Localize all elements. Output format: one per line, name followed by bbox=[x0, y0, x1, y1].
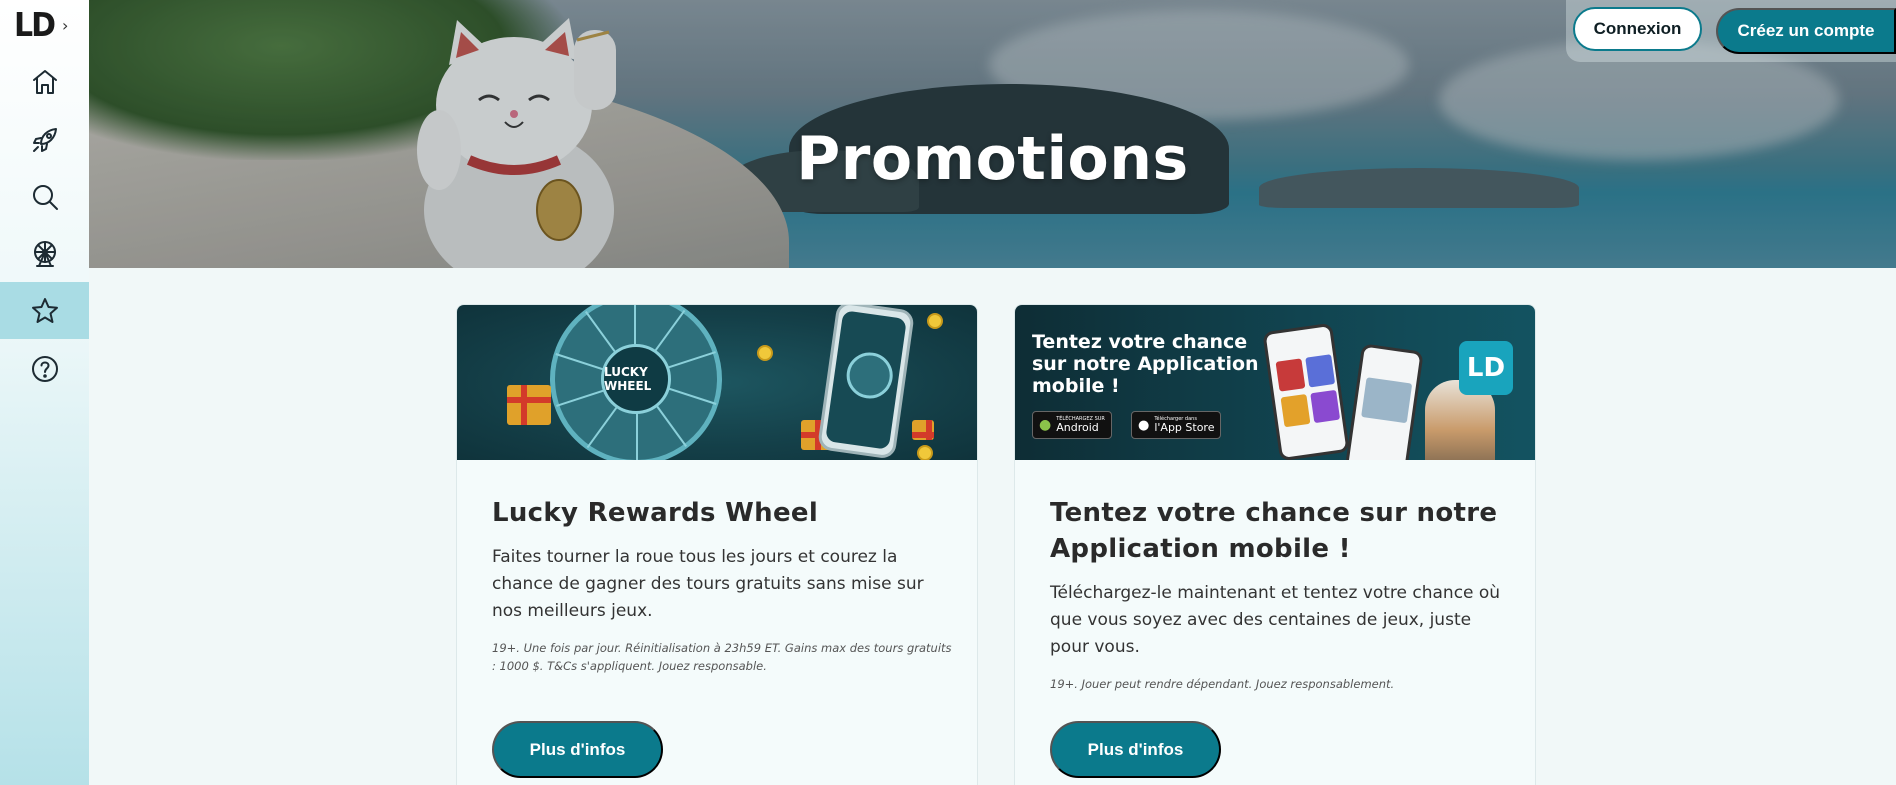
android-icon: ● bbox=[1039, 417, 1052, 433]
gift-icon bbox=[507, 385, 551, 425]
promotion-card-body: Tentez votre chance sur notre Applicatio… bbox=[1050, 495, 1510, 693]
more-info-button[interactable]: Plus d'infos bbox=[1050, 721, 1221, 778]
phone-image bbox=[1262, 322, 1350, 460]
wheel-image: LUCKY WHEEL bbox=[550, 305, 722, 460]
phone-image bbox=[1344, 343, 1424, 460]
ferris-wheel-icon bbox=[33, 240, 56, 267]
wheel-hub-label: LUCKY WHEEL bbox=[601, 344, 671, 414]
rocket-icon bbox=[32, 127, 57, 152]
logo-row: LD › bbox=[14, 6, 68, 45]
promotion-title: Lucky Rewards Wheel bbox=[492, 498, 819, 528]
sidebar-item-launch[interactable] bbox=[0, 111, 89, 168]
promotion-banner-image[interactable]: Tentez votre chance sur notre Applicatio… bbox=[1015, 305, 1535, 460]
sidebar: LD › bbox=[0, 0, 89, 785]
page-title: Promotions bbox=[796, 124, 1189, 194]
gift-icon bbox=[912, 420, 934, 440]
search-icon bbox=[32, 184, 58, 210]
promotion-description: Faites tourner la roue tous les jours et… bbox=[492, 547, 924, 621]
phone-image bbox=[816, 305, 916, 460]
promotion-card-body: Lucky Rewards Wheel Faites tourner la ro… bbox=[492, 495, 952, 675]
sidebar-item-home[interactable] bbox=[0, 53, 89, 110]
sidebar-item-live[interactable] bbox=[0, 225, 89, 282]
promotion-card: Tentez votre chance sur notre Applicatio… bbox=[1014, 304, 1536, 785]
android-badge-label: Android bbox=[1056, 421, 1099, 434]
android-store-badge[interactable]: ● TÉLÉCHARGEZ SUR Android bbox=[1032, 411, 1112, 439]
more-info-button[interactable]: Plus d'infos bbox=[492, 721, 663, 778]
promotion-terms: 19+. Une fois par jour. Réinitialisation… bbox=[492, 641, 952, 673]
signup-button[interactable]: Créez un compte bbox=[1716, 8, 1896, 54]
promotion-card: LUCKY WHEEL Lucky Rewards Wheel Faites t… bbox=[456, 304, 978, 785]
site-logo[interactable]: LD bbox=[14, 6, 56, 45]
chevron-right-icon[interactable]: › bbox=[62, 16, 68, 35]
sidebar-item-promotions[interactable] bbox=[0, 282, 89, 339]
coin-icon bbox=[757, 345, 773, 361]
coin-icon bbox=[927, 313, 943, 329]
help-icon bbox=[31, 355, 58, 382]
home-icon bbox=[32, 69, 57, 94]
promotion-terms: 19+. Jouer peut rendre dépendant. Jouez … bbox=[1050, 677, 1395, 691]
promotion-description: Téléchargez-le maintenant et tentez votr… bbox=[1050, 583, 1501, 657]
apple-badge-label: l'App Store bbox=[1154, 421, 1215, 434]
ld-app-badge: LD bbox=[1459, 341, 1513, 395]
coin-icon bbox=[917, 445, 933, 460]
login-button[interactable]: Connexion bbox=[1573, 7, 1702, 51]
banner-headline: Tentez votre chance sur notre Applicatio… bbox=[1032, 331, 1259, 397]
apple-icon: ● bbox=[1138, 417, 1150, 433]
app-store-badge[interactable]: ● Télécharger dans l'App Store bbox=[1131, 411, 1222, 439]
promotion-title: Tentez votre chance sur notre Applicatio… bbox=[1050, 498, 1498, 564]
promotion-banner-image[interactable]: LUCKY WHEEL bbox=[457, 305, 977, 460]
sidebar-item-search[interactable] bbox=[0, 168, 89, 225]
star-icon bbox=[31, 297, 58, 323]
sidebar-item-help[interactable] bbox=[0, 340, 89, 397]
